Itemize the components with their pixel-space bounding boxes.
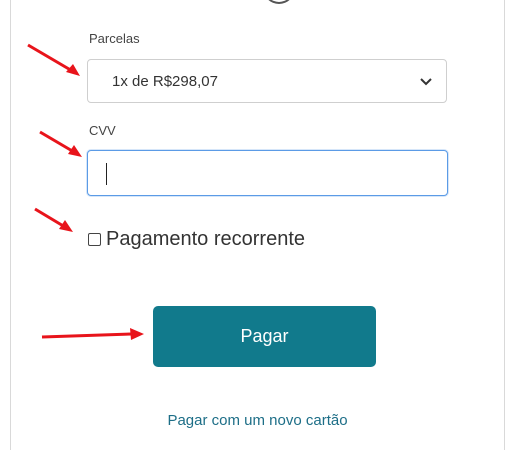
pay-button[interactable]: Pagar [153,306,376,367]
parcelas-select[interactable]: 1x de R$298,07 [87,59,447,103]
recurring-payment-label: Pagamento recorrente [106,228,306,250]
cvv-label: CVV [89,123,116,138]
top-arc-decoration [263,0,295,4]
red-arrow-icon [41,328,144,340]
cvv-input[interactable] [87,150,448,196]
red-arrow-icon [39,130,82,157]
recurring-payment-row[interactable]: Pagamento recorrente [88,228,305,251]
red-arrow-icon [34,207,73,232]
pay-button-label: Pagar [240,326,289,346]
parcelas-selected-value: 1x de R$298,07 [112,72,218,90]
parcelas-label: Parcelas [89,31,140,46]
new-card-link[interactable]: Pagar com um novo cartão [10,412,505,429]
chevron-down-icon [420,78,432,86]
text-caret [106,163,107,185]
red-arrow-icon [27,43,80,76]
recurring-payment-checkbox[interactable] [88,233,101,246]
